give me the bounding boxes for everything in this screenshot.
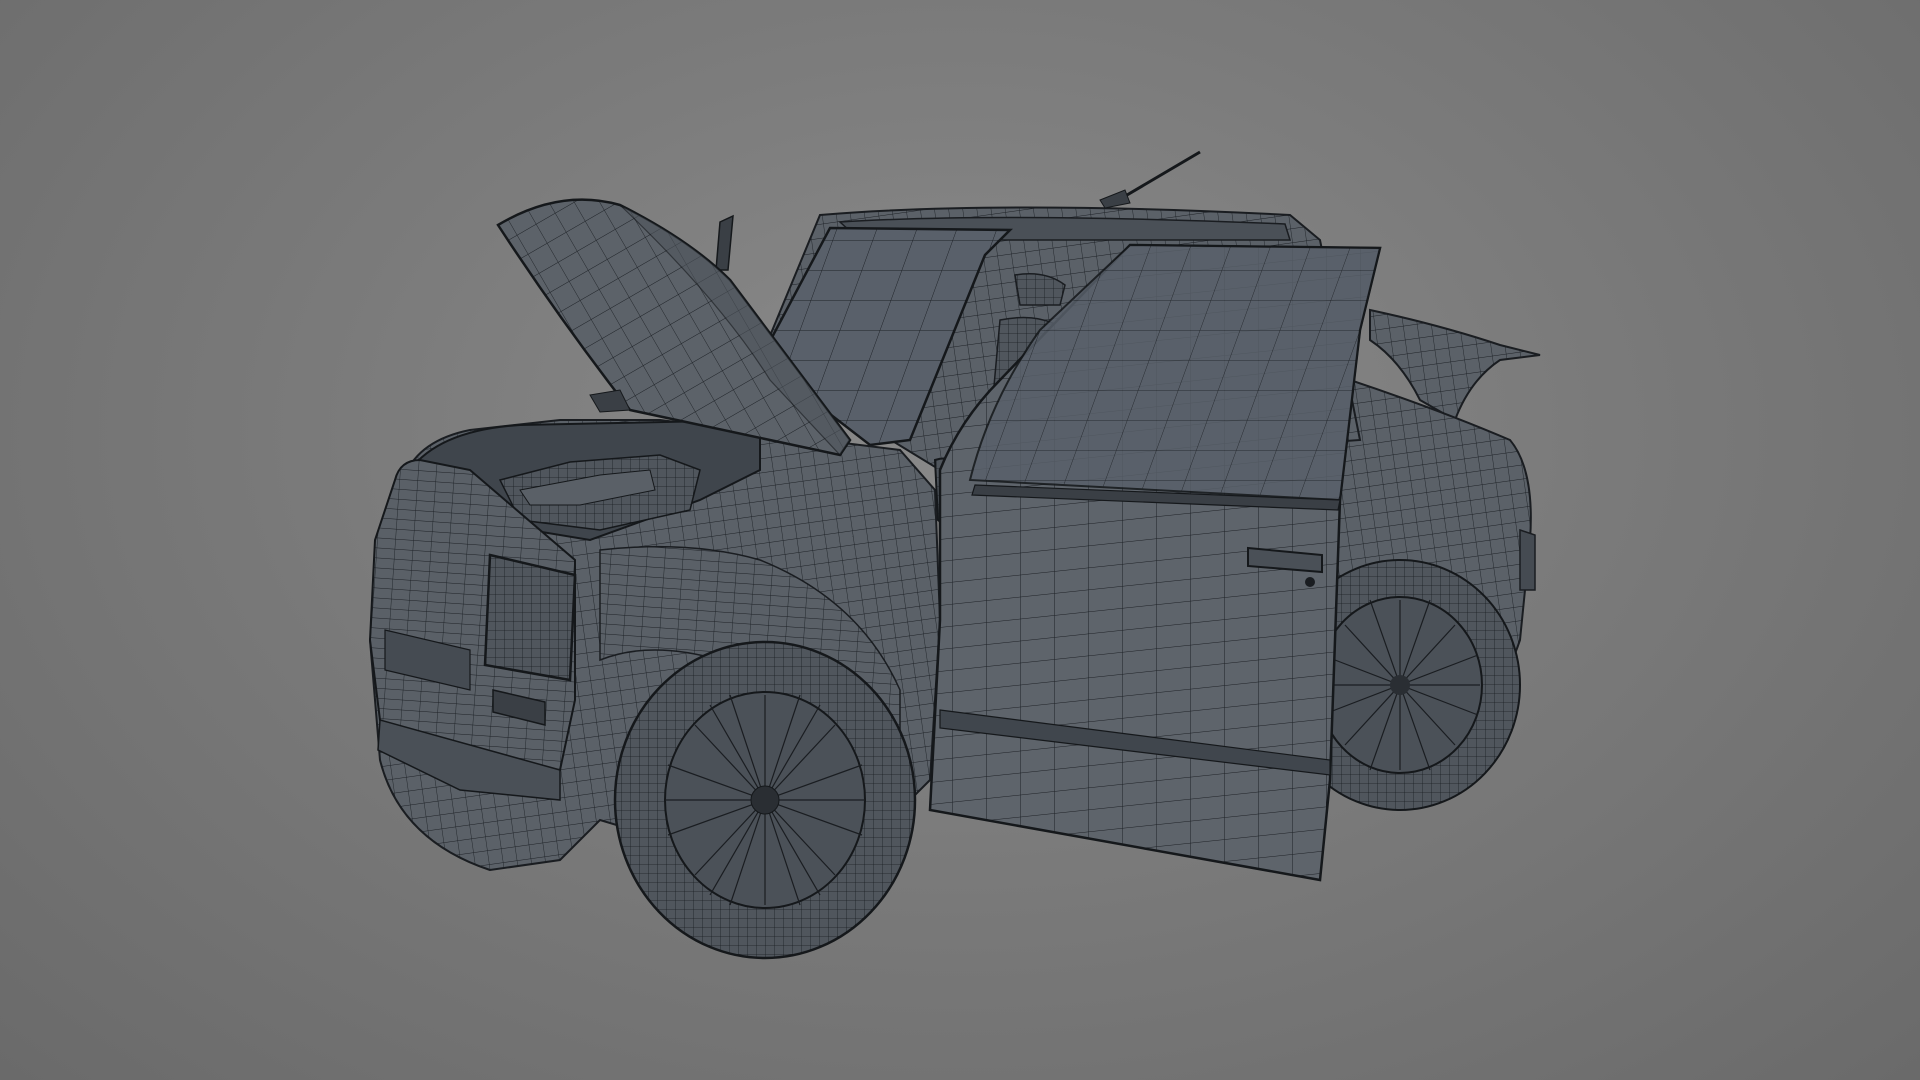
- roof-antenna: [1099, 150, 1201, 209]
- front-wheel: [613, 640, 917, 960]
- 3d-viewport[interactable]: [0, 0, 1920, 1080]
- car-model: [0, 0, 1920, 1080]
- car-wireframe-svg: [368, 150, 1541, 960]
- hood-antenna: [715, 214, 734, 271]
